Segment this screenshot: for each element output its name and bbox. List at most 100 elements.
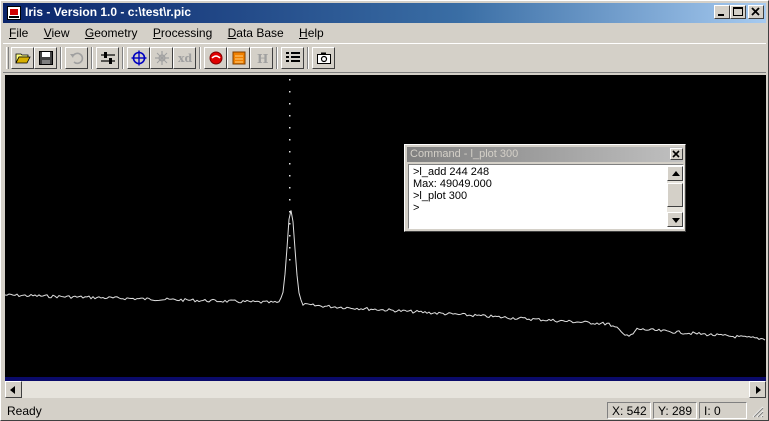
peak-dot	[289, 247, 291, 249]
command-list-button[interactable]	[281, 47, 304, 69]
status-x-coordinate: X: 542	[607, 402, 651, 419]
peak-dot	[289, 163, 291, 165]
peak-dot	[289, 115, 291, 117]
menu-database-rest: ata Base	[236, 26, 284, 40]
menu-database-accel: D	[227, 26, 237, 40]
scroll-right-arrow-icon	[756, 386, 761, 394]
h-label: H	[257, 52, 268, 66]
histogram-h-icon: H	[257, 52, 268, 66]
scroll-down-button[interactable]	[667, 212, 683, 227]
threshold-button[interactable]	[96, 47, 119, 69]
peak-dot	[289, 103, 291, 105]
peak-dot	[289, 259, 291, 261]
peak-dot	[289, 199, 291, 201]
toolbar: xd H	[3, 43, 766, 73]
menu-view-rest: iew	[51, 26, 70, 40]
maximize-icon	[733, 7, 743, 16]
menu-help-rest: elp	[307, 26, 324, 40]
close-icon	[672, 150, 680, 158]
command-text-area[interactable]: >l_add 244 248 Max: 49049.000 >l_plot 30…	[408, 164, 684, 229]
peak-dot	[289, 211, 291, 213]
histogram-button[interactable]: H	[250, 47, 273, 69]
menu-file[interactable]: File	[3, 24, 34, 41]
xd-button[interactable]: xd	[173, 47, 196, 69]
command-line: >l_add 244 248	[413, 166, 490, 178]
peak-dot	[289, 79, 291, 81]
scroll-down-arrow-icon	[672, 218, 680, 223]
command-window-title-bar[interactable]: Command - l_plot 300	[407, 147, 683, 162]
menu-database[interactable]: Data Base	[222, 24, 290, 41]
command-line: >l_plot 300	[413, 190, 468, 202]
command-vertical-scrollbar[interactable]	[667, 166, 683, 227]
menu-processing-rest: rocessing	[160, 26, 213, 40]
resize-grip-icon[interactable]	[751, 405, 764, 418]
app-window: Iris - Version 1.0 - c:\test\r.pic File …	[0, 0, 769, 421]
command-window-title: Command - l_plot 300	[410, 148, 519, 160]
menu-help[interactable]: Help	[293, 24, 330, 41]
peak-dot	[289, 151, 291, 153]
toolbar-separator	[276, 47, 278, 69]
scroll-up-button[interactable]	[667, 166, 683, 181]
menu-view[interactable]: View	[38, 24, 76, 41]
toolbar-grip[interactable]	[6, 47, 9, 69]
horizontal-scrollbar[interactable]	[5, 381, 766, 398]
peak-dot	[289, 175, 291, 177]
crosshair-target-icon	[131, 50, 147, 66]
undo-button[interactable]	[65, 47, 88, 69]
menu-geometry[interactable]: Geometry	[79, 24, 144, 41]
peak-dot	[289, 187, 291, 189]
menu-help-accel: H	[299, 26, 308, 40]
toolbar-separator	[307, 47, 309, 69]
scroll-right-button[interactable]	[749, 381, 766, 398]
menu-processing[interactable]: Processing	[147, 24, 218, 41]
menu-file-rest: ile	[16, 26, 29, 40]
toolbar-separator	[199, 47, 201, 69]
registration-star-icon	[155, 51, 169, 65]
peak-dot	[289, 127, 291, 129]
red-tool-button[interactable]	[204, 47, 227, 69]
minimize-button[interactable]	[714, 5, 730, 19]
status-intensity: I: 0	[699, 402, 747, 419]
registration-button[interactable]	[150, 47, 173, 69]
orange-square-icon	[232, 51, 246, 65]
scroll-left-arrow-icon	[10, 386, 15, 394]
iris-app-icon[interactable]	[7, 6, 21, 20]
menu-bar: File View Geometry Processing Data Base …	[3, 24, 766, 42]
close-icon	[751, 7, 760, 16]
save-button[interactable]	[34, 47, 57, 69]
scroll-thumb[interactable]	[667, 183, 683, 207]
camera-icon	[317, 52, 331, 64]
toolbar-separator	[60, 47, 62, 69]
toolbar-separator	[91, 47, 93, 69]
snapshot-button[interactable]	[312, 47, 335, 69]
maximize-button[interactable]	[730, 5, 746, 19]
scroll-left-button[interactable]	[5, 381, 22, 398]
peak-dot	[289, 223, 291, 225]
centroid-button[interactable]	[127, 47, 150, 69]
window-title: Iris - Version 1.0 - c:\test\r.pic	[25, 5, 192, 19]
menu-processing-accel: P	[152, 26, 161, 40]
xd-label: xd	[178, 52, 193, 65]
status-bar: Ready X: 542 Y: 289 I: 0	[3, 401, 766, 420]
minimize-icon	[718, 14, 724, 16]
command-window-close-button[interactable]	[670, 148, 683, 160]
peak-dot	[289, 139, 291, 141]
command-input-line[interactable]: >	[413, 202, 419, 214]
command-window: Command - l_plot 300 >l_add 244 248 Max:…	[404, 144, 686, 232]
menu-view-accel: V	[43, 26, 52, 40]
title-bar[interactable]: Iris - Version 1.0 - c:\test\r.pic	[3, 3, 766, 23]
close-button[interactable]	[748, 5, 764, 19]
status-y-coordinate: Y: 289	[653, 402, 697, 419]
xd-icon: xd	[178, 52, 193, 65]
orange-tool-button[interactable]	[227, 47, 250, 69]
command-line: Max: 49049.000	[413, 178, 492, 190]
open-folder-icon	[15, 53, 31, 64]
peak-dot	[289, 91, 291, 93]
menu-geometry-accel: G	[84, 26, 95, 40]
peak-dot	[289, 235, 291, 237]
status-text: Ready	[7, 404, 42, 418]
toolbar-separator	[122, 47, 124, 69]
open-button[interactable]	[11, 47, 34, 69]
scroll-up-arrow-icon	[672, 171, 680, 176]
save-disk-icon	[39, 51, 53, 65]
